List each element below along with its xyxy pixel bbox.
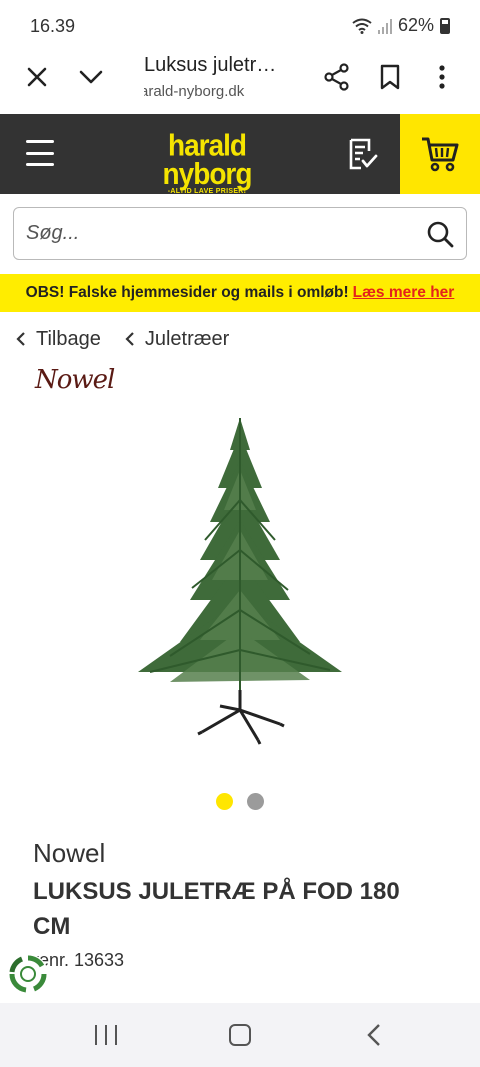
notice-link[interactable]: Læs mere her — [353, 284, 455, 302]
breadcrumb-label: Juletræer — [144, 327, 230, 350]
system-navigation-bar — [0, 1003, 480, 1067]
breadcrumb-back[interactable]: Tilbage — [16, 328, 101, 351]
status-bar: 16.39 62% — [0, 0, 480, 52]
close-tab-button[interactable] — [22, 52, 52, 102]
more-options-button[interactable] — [432, 52, 452, 102]
cart-button[interactable] — [400, 114, 480, 194]
wifi-icon — [352, 18, 372, 34]
status-icons: 62% — [352, 15, 450, 36]
bookmark-icon — [380, 64, 400, 90]
product-image[interactable] — [130, 410, 350, 750]
chat-icon — [9, 955, 47, 993]
shopping-list-button[interactable] — [344, 136, 380, 172]
site-logo[interactable]: harald nyborg -ALTID LAVE PRISER! — [140, 128, 274, 195]
search-box — [13, 207, 467, 260]
site-header: harald nyborg -ALTID LAVE PRISER! — [0, 114, 480, 195]
image-carousel-dots — [216, 793, 264, 810]
recents-button[interactable] — [95, 1025, 117, 1045]
share-icon — [324, 63, 349, 91]
breadcrumb-label: Tilbage — [36, 327, 101, 350]
product-brand: Nowel — [33, 838, 106, 868]
status-time: 16.39 — [30, 16, 76, 36]
logo-text: harald nyborg — [162, 128, 253, 191]
breadcrumb: Tilbage Juletræer — [16, 326, 253, 352]
search-input[interactable] — [26, 208, 416, 258]
battery-percent: 62% — [397, 15, 434, 35]
menu-icon[interactable] — [26, 140, 54, 166]
chevron-left-icon — [16, 332, 25, 346]
breadcrumb-category[interactable]: Juletræer — [125, 328, 229, 351]
collapse-button[interactable] — [76, 52, 106, 102]
browser-toolbar: Luksus juletr… arald-nyborg.dk — [0, 52, 480, 114]
bookmark-button[interactable] — [376, 52, 404, 102]
notice-banner: OBS! Falske hjemmesider og mails i omløb… — [0, 274, 480, 312]
product-title: LUKSUS JULETRÆ PÅ FOD 180 CM — [33, 878, 400, 940]
carousel-dot-active[interactable] — [216, 793, 233, 810]
chevron-down-icon — [79, 70, 103, 84]
page-url: arald-nyborg.dk — [144, 83, 245, 100]
notice-text: OBS! Falske hjemmesider og mails i omløb… — [25, 284, 349, 301]
page-title: Luksus juletr… — [144, 54, 277, 76]
chat-button[interactable] — [8, 954, 48, 994]
battery-icon — [440, 17, 450, 34]
signal-icon — [377, 18, 392, 34]
home-button[interactable] — [229, 1024, 251, 1046]
brand-logo[interactable]: Nowel — [35, 365, 115, 395]
more-icon — [439, 65, 445, 89]
address-area[interactable]: Luksus juletr… arald-nyborg.dk — [144, 54, 304, 100]
share-button[interactable] — [322, 52, 352, 102]
search-icon[interactable] — [426, 220, 454, 248]
cart-icon — [422, 137, 459, 172]
close-icon — [27, 67, 47, 87]
carousel-dot[interactable] — [247, 793, 264, 810]
chevron-left-icon — [125, 332, 134, 346]
back-button[interactable] — [366, 1023, 382, 1047]
shopping-list-icon — [349, 138, 378, 170]
